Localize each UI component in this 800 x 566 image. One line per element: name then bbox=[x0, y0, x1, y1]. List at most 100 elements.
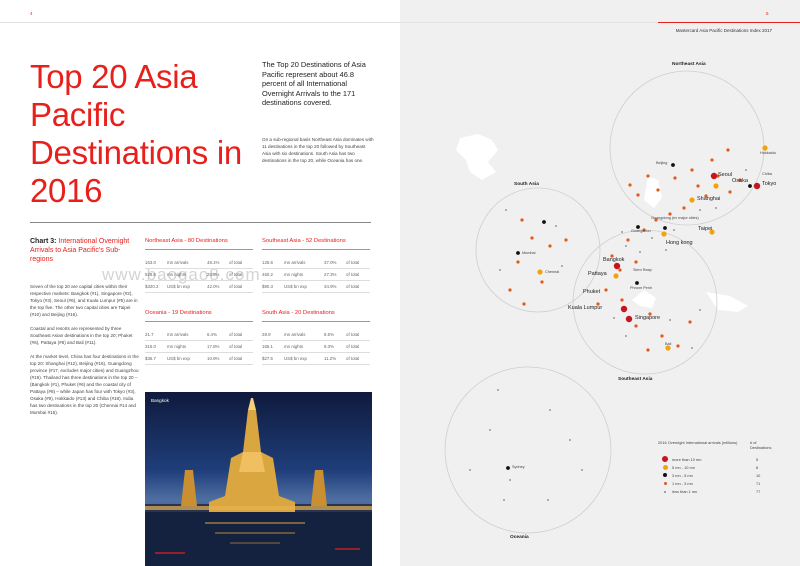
stat-of: of total bbox=[346, 356, 360, 361]
region-circle-oceania bbox=[444, 366, 612, 534]
city-kuala-lumpur: Kuala Lumpur bbox=[568, 305, 603, 311]
stat-value: $27.5 bbox=[262, 356, 273, 361]
stat-percent: 6.4% bbox=[207, 332, 218, 337]
stat-unit: US$ bn exp bbox=[284, 284, 307, 289]
stat-value: $320.3 bbox=[145, 284, 159, 289]
stat-value: $36.7 bbox=[145, 356, 156, 361]
landmass bbox=[632, 290, 656, 308]
temple-illustration bbox=[145, 398, 372, 566]
region-title: Southeast Asia - 52 Destinations bbox=[262, 238, 370, 250]
region-title: South Asia - 20 Destinations bbox=[262, 310, 370, 322]
city-siem-reap: Siem Reap bbox=[633, 268, 652, 272]
stat-of: of total bbox=[346, 344, 360, 349]
stat-unit: mn nights bbox=[284, 272, 304, 277]
stat-unit: mn arrivals bbox=[284, 260, 306, 265]
legend-count: 77 bbox=[756, 489, 761, 495]
intro-summary: The Top 20 Destinations of Asia Pacific … bbox=[262, 60, 366, 107]
region-label-oceania: Oceania bbox=[510, 535, 529, 540]
legend-dot-icon bbox=[662, 456, 668, 463]
paragraph: At the market level, China has four dest… bbox=[30, 354, 139, 415]
stat-percent: 48.1% bbox=[207, 260, 220, 265]
photo-caption: Bangkok bbox=[151, 398, 169, 403]
stat-percent: 10.9% bbox=[207, 356, 220, 361]
legend-dot-icon bbox=[662, 464, 668, 470]
page-number-left: 4 bbox=[30, 11, 33, 16]
city-tokyo: Tokyo bbox=[762, 181, 777, 187]
markers-1-3mn bbox=[508, 148, 742, 352]
stat-value: 528.6 bbox=[145, 272, 156, 277]
stat-percent: 8.5% bbox=[324, 332, 335, 337]
stat-of: of total bbox=[229, 356, 243, 361]
legend-label: 3 mn - 5 mn bbox=[672, 472, 693, 478]
stat-row: $320.3 US$ bn exp 42.0% of total bbox=[145, 281, 253, 293]
legend-dot-icon bbox=[663, 473, 667, 478]
page-title: Top 20 Asia Pacific Destinations in 2016 bbox=[30, 58, 242, 209]
stat-of: of total bbox=[229, 284, 243, 289]
legend-row: 1 mn - 3 mn 71 bbox=[658, 480, 778, 488]
region-block-oceania: Oceania - 19 Destinations 21.7 mn arrival… bbox=[145, 310, 253, 365]
legend-header: 2016 Overnight International arrivals (m… bbox=[658, 440, 778, 450]
stat-value: 28.9 bbox=[262, 332, 271, 337]
stat-percent: 9.3% bbox=[324, 344, 335, 349]
stat-percent: 37.0% bbox=[324, 260, 337, 265]
stat-of: of total bbox=[346, 284, 360, 289]
body-text: Seven of the top 20 are capital cities w… bbox=[30, 283, 140, 423]
intro-body: On a sub-regional basis Northeast Asia d… bbox=[262, 137, 374, 163]
map-legend: 2016 Overnight International arrivals (m… bbox=[658, 440, 778, 496]
city-hokkaido: Hokkaido bbox=[760, 151, 776, 155]
bangkok-photo: Bangkok bbox=[145, 392, 372, 566]
region-circle-south-asia bbox=[475, 187, 601, 313]
region-label-south-asia: South Asia bbox=[514, 182, 539, 187]
city-singapore: Singapore bbox=[635, 315, 661, 321]
stat-unit: US$ bn exp bbox=[167, 284, 190, 289]
stat-unit: mn nights bbox=[284, 344, 304, 349]
stat-of: of total bbox=[346, 272, 360, 277]
stat-of: of total bbox=[346, 260, 360, 265]
section-divider bbox=[30, 222, 371, 223]
stat-percent: 34.9% bbox=[324, 284, 337, 289]
legend-row: 3 mn - 5 mn 10 bbox=[658, 471, 778, 479]
stat-value: 315.0 bbox=[145, 344, 156, 349]
city-osaka: Osaka bbox=[732, 178, 748, 184]
city-shanghai: Shanghai bbox=[697, 196, 721, 202]
legend-label: more than 10 mn bbox=[672, 456, 702, 462]
stat-row: 21.7 mn arrivals 6.4% of total bbox=[145, 329, 253, 341]
stat-value: 125.6 bbox=[262, 260, 273, 265]
stat-value: 165.1 bbox=[262, 344, 273, 349]
stat-row: 315.0 mn nights 17.8% of total bbox=[145, 341, 253, 353]
stat-value: 460.2 bbox=[262, 272, 273, 277]
region-block-northeast-asia: Northeast Asia - 80 Destinations 163.0 mn… bbox=[145, 238, 253, 293]
legend-dot-icon bbox=[663, 482, 667, 486]
city-chiba: Chiba bbox=[762, 172, 772, 176]
landmass bbox=[706, 292, 748, 312]
city-pattaya: Pattaya bbox=[588, 271, 607, 277]
region-label-northeast-asia: Northeast Asia bbox=[672, 62, 706, 67]
legend-label: 5 mn - 10 mn bbox=[672, 464, 695, 470]
legend-count: 5 bbox=[756, 456, 759, 462]
city-bali: Bali bbox=[665, 342, 672, 346]
stat-percent: 28.5% bbox=[207, 272, 220, 277]
stat-row: 528.6 mn nights 28.5% of total bbox=[145, 269, 253, 281]
stat-unit: US$ bn exp bbox=[284, 356, 307, 361]
stat-unit: mn nights bbox=[167, 272, 187, 277]
stat-of: of total bbox=[229, 344, 243, 349]
legend-count: 71 bbox=[756, 481, 761, 487]
legend-row: 5 mn - 10 mn 8 bbox=[658, 463, 778, 471]
stat-row: 163.0 mn arrivals 48.1% of total bbox=[145, 257, 253, 269]
stat-percent: 17.8% bbox=[207, 344, 220, 349]
landmass bbox=[644, 176, 662, 208]
region-block-south-asia: South Asia - 20 Destinations 28.9 mn arri… bbox=[262, 310, 370, 365]
stat-row: $90.3 US$ bn exp 34.9% of total bbox=[262, 281, 370, 293]
region-block-southeast-asia: Southeast Asia - 52 Destinations 125.6 mn… bbox=[262, 238, 370, 293]
city-beijing: Beijing bbox=[656, 161, 668, 165]
stat-percent: 42.0% bbox=[207, 284, 220, 289]
top-rule-left bbox=[0, 22, 400, 23]
stat-value: $90.3 bbox=[262, 284, 273, 289]
city-phnom-penh: Phnom Penh bbox=[630, 286, 652, 290]
chart-heading: Chart 3: International Overnight Arrival… bbox=[30, 238, 140, 264]
stat-unit: mn nights bbox=[167, 344, 187, 349]
legend-label: less than 1 mn bbox=[672, 489, 698, 495]
stat-value: 21.7 bbox=[145, 332, 154, 337]
region-title: Oceania - 19 Destinations bbox=[145, 310, 253, 322]
legend-count: 10 bbox=[756, 472, 761, 478]
